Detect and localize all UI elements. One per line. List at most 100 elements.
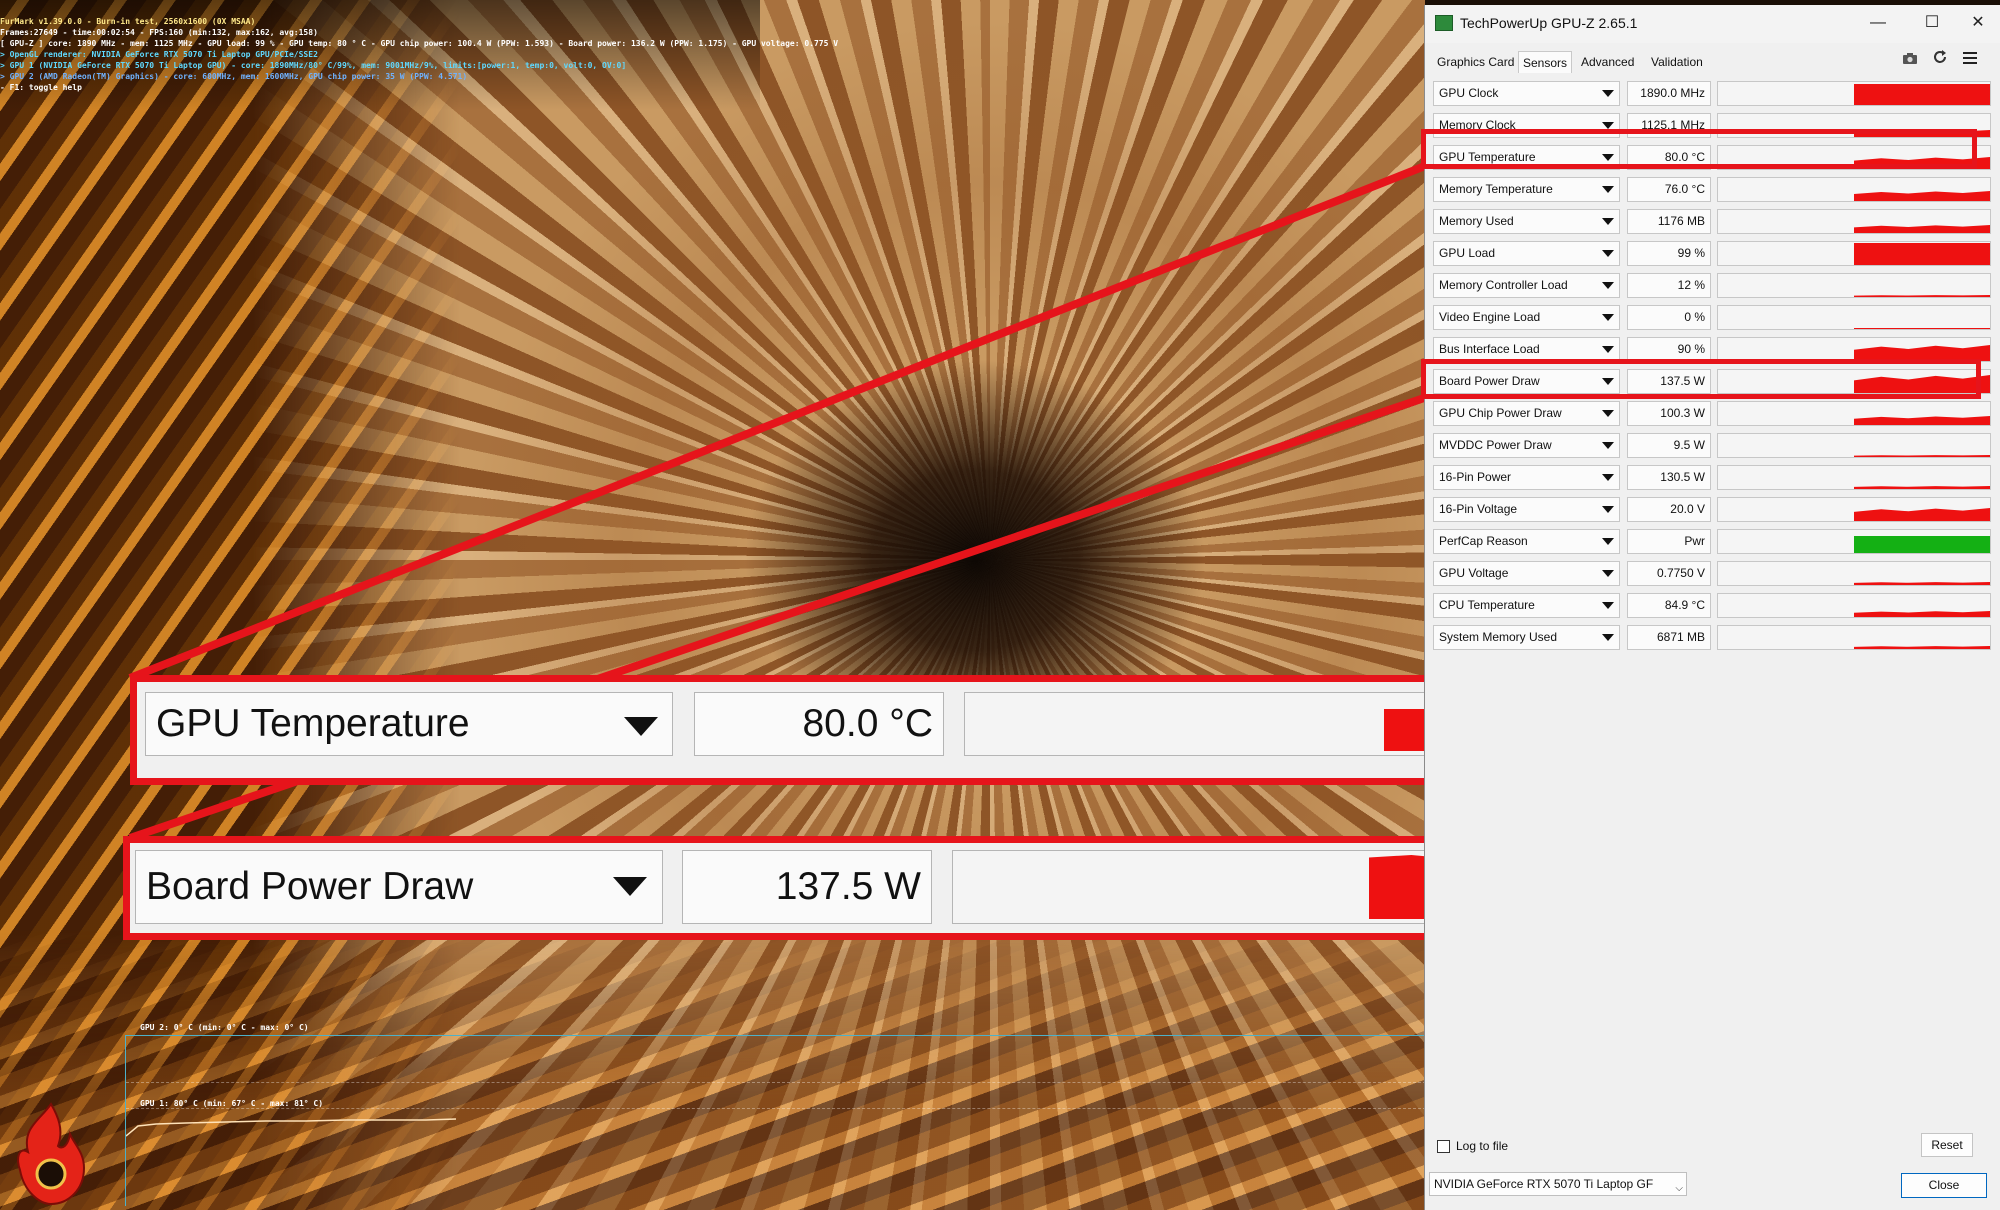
log-to-file-label: Log to file <box>1456 1139 1509 1153</box>
window-title: TechPowerUp GPU-Z 2.65.1 <box>1460 15 1638 31</box>
chevron-down-icon[interactable] <box>1602 282 1614 289</box>
sensor-row: PerfCap Reason Pwr <box>1433 526 1993 558</box>
highlight-board-power <box>1421 359 1981 399</box>
chevron-down-icon[interactable] <box>1602 506 1614 513</box>
sensor-graph-bar <box>1854 328 1990 329</box>
sensor-name-dropdown[interactable]: MVDDC Power Draw <box>1433 433 1620 458</box>
sensor-name-dropdown[interactable]: CPU Temperature <box>1433 593 1620 618</box>
reset-button[interactable]: Reset <box>1921 1133 1973 1157</box>
sensor-value: 20.0 V <box>1627 497 1711 522</box>
sensor-value: 0 % <box>1627 305 1711 330</box>
sensor-graph <box>1717 497 1991 522</box>
sensor-value: 99 % <box>1627 241 1711 266</box>
refresh-icon[interactable] <box>1929 49 1951 71</box>
tab-advanced[interactable]: Advanced <box>1577 51 1638 73</box>
sensor-row: System Memory Used 6871 MB <box>1433 622 1993 654</box>
sensor-value: 130.5 W <box>1627 465 1711 490</box>
chevron-down-icon[interactable] <box>1602 346 1614 353</box>
tab-validation[interactable]: Validation <box>1647 51 1707 73</box>
chevron-down-icon: ⌵ <box>1675 1183 1683 1194</box>
furmark-render-area: FurMark v1.39.0.0 - Burn-in test, 2560x1… <box>0 0 1425 1210</box>
hud-line-frames: Frames:27649 - time:00:02:54 - FPS:160 (… <box>0 28 318 37</box>
chevron-down-icon[interactable] <box>1602 314 1614 321</box>
sensor-graph-bar <box>1854 486 1990 489</box>
sensor-graph-bar <box>1854 191 1990 201</box>
chevron-down-icon[interactable] <box>1602 122 1614 129</box>
sensor-name-dropdown[interactable]: 16-Pin Voltage <box>1433 497 1620 522</box>
sensor-name-dropdown[interactable]: System Memory Used <box>1433 625 1620 650</box>
sensor-graph <box>1717 241 1991 266</box>
sensor-row: CPU Temperature 84.9 °C <box>1433 590 1993 622</box>
graph-gpu1-label: GPU 1: 80° C (min: 67° C - max: 81° C) <box>140 1099 324 1108</box>
chevron-down-icon[interactable] <box>1602 410 1614 417</box>
sensor-name-dropdown[interactable]: Memory Controller Load <box>1433 273 1620 298</box>
hud-line-renderer: > OpenGL renderer: NVIDIA GeForce RTX 50… <box>0 50 318 59</box>
sensor-graph <box>1717 273 1991 298</box>
sensor-graph <box>1717 209 1991 234</box>
chevron-down-icon[interactable] <box>1602 570 1614 577</box>
sensor-name-dropdown[interactable]: Memory Used <box>1433 209 1620 234</box>
sensor-row: Video Engine Load 0 % <box>1433 302 1993 334</box>
sensor-name-dropdown[interactable]: Video Engine Load <box>1433 305 1620 330</box>
hud-line-gpu1: > GPU 1 (NVIDIA GeForce RTX 5070 Ti Lapt… <box>0 61 627 70</box>
chevron-down-icon[interactable] <box>1602 474 1614 481</box>
chevron-down-icon[interactable] <box>1602 442 1614 449</box>
furmark-hud: FurMark v1.39.0.0 - Burn-in test, 2560x1… <box>0 16 838 93</box>
chevron-down-icon[interactable] <box>1602 538 1614 545</box>
sensor-graph <box>1717 401 1991 426</box>
sensor-name-dropdown[interactable]: PerfCap Reason <box>1433 529 1620 554</box>
sensor-name-dropdown[interactable]: GPU Chip Power Draw <box>1433 401 1620 426</box>
sensor-row: Memory Used 1176 MB <box>1433 206 1993 238</box>
sensor-row: MVDDC Power Draw 9.5 W <box>1433 430 1993 462</box>
title-bar[interactable]: TechPowerUp GPU-Z 2.65.1 — ☐ ✕ <box>1425 5 2000 43</box>
sensor-graph <box>1717 465 1991 490</box>
sensor-row: 16-Pin Voltage 20.0 V <box>1433 494 1993 526</box>
sensor-graph-bar <box>1854 243 1990 265</box>
log-to-file-checkbox[interactable] <box>1437 1140 1450 1153</box>
zoom-temp-name-text: GPU Temperature <box>156 702 470 745</box>
sensor-name-dropdown[interactable]: GPU Voltage <box>1433 561 1620 586</box>
gpuz-window: TechPowerUp GPU-Z 2.65.1 — ☐ ✕ Graphics … <box>1421 5 2000 1210</box>
tab-sensors[interactable]: Sensors <box>1518 51 1573 73</box>
tab-graphics-card[interactable]: Graphics Card <box>1433 51 1518 73</box>
chevron-down-icon[interactable] <box>1602 250 1614 257</box>
sensor-value: 9.5 W <box>1627 433 1711 458</box>
camera-icon[interactable] <box>1899 49 1921 71</box>
sensor-graph <box>1717 529 1991 554</box>
chevron-down-icon[interactable] <box>1602 634 1614 641</box>
graph-dash-line <box>126 1082 1425 1083</box>
chevron-down-icon[interactable] <box>1602 90 1614 97</box>
sensor-value: 1176 MB <box>1627 209 1711 234</box>
chevron-down-icon[interactable] <box>1602 186 1614 193</box>
hud-line-help: - F1: toggle help <box>0 83 82 92</box>
sensor-name-dropdown[interactable]: GPU Clock <box>1433 81 1620 106</box>
sensor-graph <box>1717 81 1991 106</box>
sensor-row: GPU Chip Power Draw 100.3 W <box>1433 398 1993 430</box>
sensor-graph-bar <box>1854 611 1990 617</box>
sensor-graph-bar <box>1854 84 1990 105</box>
maximize-button[interactable]: ☐ <box>1909 9 1955 37</box>
sensor-value: 12 % <box>1627 273 1711 298</box>
close-window-button[interactable]: ✕ <box>1955 9 2000 37</box>
graph-gpu2-label: GPU 2: 0° C (min: 0° C - max: 0° C) <box>140 1023 309 1032</box>
gpuz-app-icon <box>1435 15 1453 31</box>
sensor-graph-bar <box>1854 455 1990 457</box>
sensor-graph-bar <box>1854 508 1990 521</box>
sensor-value: 84.9 °C <box>1627 593 1711 618</box>
furmark-logo <box>17 1102 86 1206</box>
sensor-name-dropdown[interactable]: GPU Load <box>1433 241 1620 266</box>
sensor-name-dropdown[interactable]: 16-Pin Power <box>1433 465 1620 490</box>
sensor-value: 76.0 °C <box>1627 177 1711 202</box>
gpu-select-dropdown[interactable]: NVIDIA GeForce RTX 5070 Ti Laptop GF ⌵ <box>1429 1172 1687 1196</box>
chevron-down-icon[interactable] <box>1602 602 1614 609</box>
sensor-graph <box>1717 561 1991 586</box>
chevron-down-icon[interactable] <box>1602 218 1614 225</box>
sensor-row: GPU Load 99 % <box>1433 238 1993 270</box>
graph-dash-line <box>126 1108 1425 1109</box>
sensor-value: 100.3 W <box>1627 401 1711 426</box>
sensor-name-dropdown[interactable]: Memory Temperature <box>1433 177 1620 202</box>
menu-icon[interactable] <box>1959 49 1981 71</box>
minimize-button[interactable]: — <box>1855 9 1901 37</box>
close-button[interactable]: Close <box>1901 1173 1987 1198</box>
sensor-graph <box>1717 593 1991 618</box>
